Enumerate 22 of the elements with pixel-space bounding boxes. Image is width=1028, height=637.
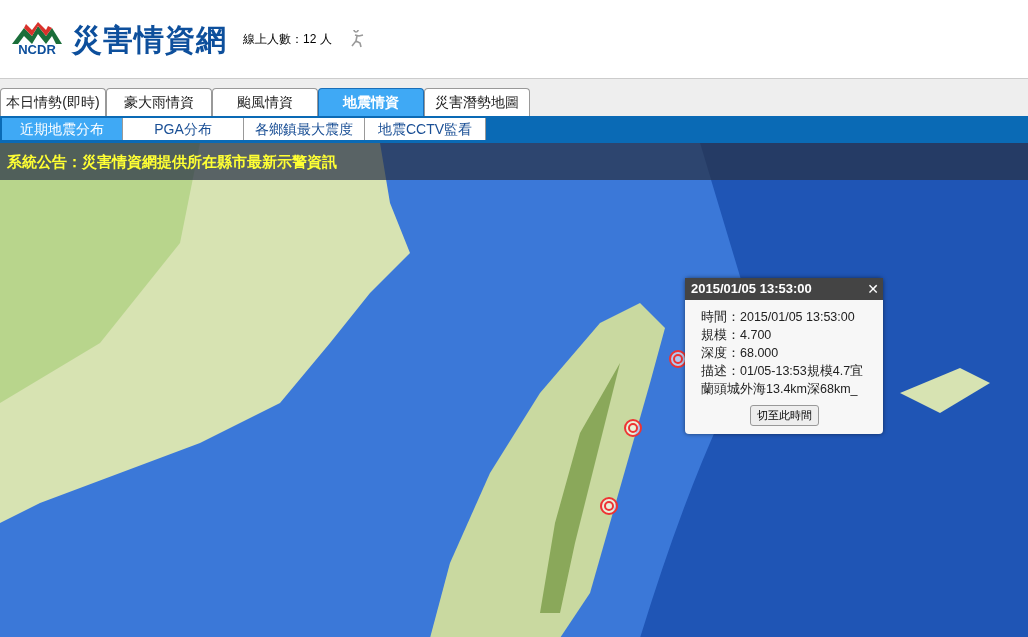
epicenter-marker-icon[interactable]	[668, 349, 688, 369]
tab[interactable]: 颱風情資	[212, 88, 318, 116]
logo-icon	[10, 22, 64, 44]
subtab[interactable]: 各鄉鎮最大震度	[244, 118, 365, 140]
popup-text: 時間：2015/01/05 13:53:00	[701, 309, 856, 326]
tab[interactable]: 豪大雨情資	[106, 88, 212, 116]
popup-text: 規模：4.700	[701, 327, 773, 344]
site-title: 災害情資網	[72, 21, 227, 58]
switch-time-button[interactable]: 切至此時間	[749, 405, 819, 426]
epicenter-marker-icon[interactable]	[623, 418, 643, 438]
online-count: 線上人數：12 人	[243, 31, 332, 48]
subtab[interactable]: 地震CCTV監看	[365, 118, 486, 140]
popup-text: 描述：01/05-13:53規模4.7宜蘭頭城外海13.4km深68km_	[701, 363, 865, 398]
close-button[interactable]: ✕	[863, 278, 883, 300]
popup-title: 2015/01/05 13:53:00	[691, 280, 812, 298]
subtab[interactable]: PGA分布	[123, 118, 244, 140]
tab[interactable]: 災害潛勢地圖	[424, 88, 530, 116]
epicenter-marker-icon[interactable]	[599, 496, 619, 516]
announcement-text: 系統公告：災害情資網提供所在縣市最新示警資訊	[7, 152, 337, 172]
logo-text: NCDR	[18, 44, 56, 56]
tab[interactable]: 本日情勢(即時)	[0, 88, 106, 116]
popup-text: 深度：68.000	[701, 345, 780, 362]
